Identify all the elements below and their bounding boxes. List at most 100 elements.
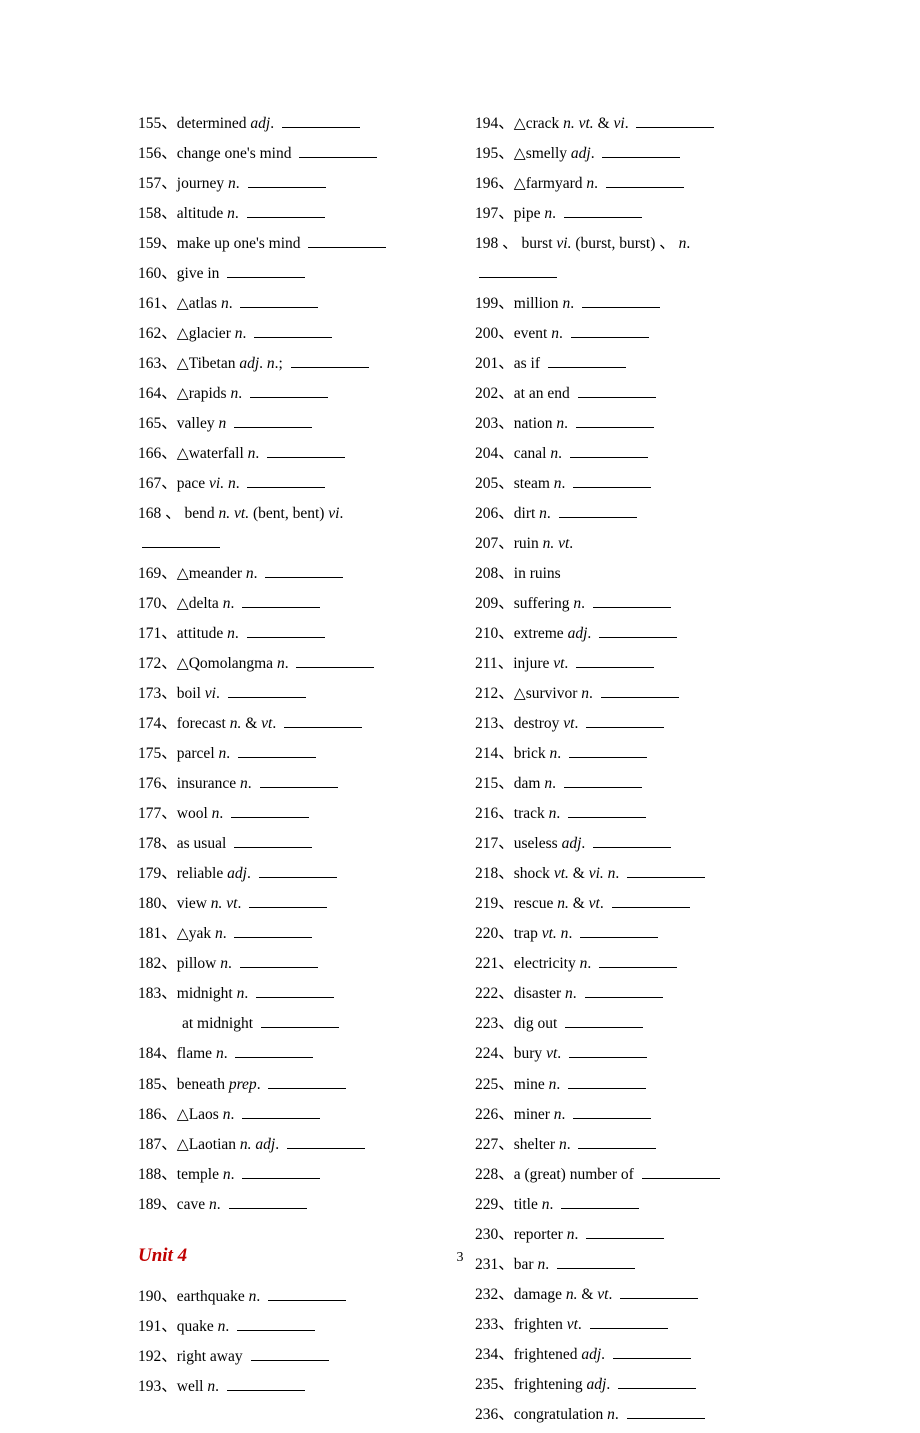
left-column: 155、determined adj. 156、change one's min…	[138, 112, 445, 1433]
entry-tail: .	[557, 745, 565, 762]
vocab-entry: 156、change one's mind	[138, 142, 445, 166]
answer-blank[interactable]	[242, 1104, 320, 1119]
answer-blank[interactable]	[249, 893, 327, 908]
vocab-entry-continuation	[475, 262, 782, 286]
answer-blank[interactable]	[559, 503, 637, 518]
answer-blank[interactable]	[561, 1194, 639, 1209]
answer-blank[interactable]	[268, 1074, 346, 1089]
answer-blank[interactable]	[585, 984, 663, 999]
entry-word: steam	[514, 475, 554, 492]
answer-blank[interactable]	[568, 803, 646, 818]
answer-blank[interactable]	[576, 653, 654, 668]
answer-blank[interactable]	[568, 1074, 646, 1089]
answer-blank[interactable]	[282, 113, 360, 128]
answer-blank[interactable]	[627, 1404, 705, 1419]
answer-blank[interactable]	[642, 1164, 720, 1179]
answer-blank[interactable]	[296, 653, 374, 668]
answer-blank[interactable]	[570, 443, 648, 458]
answer-blank[interactable]	[237, 1316, 315, 1331]
answer-blank[interactable]	[234, 833, 312, 848]
entry-pos2: vt	[589, 895, 600, 912]
answer-blank[interactable]	[250, 383, 328, 398]
entry-word: △atlas	[177, 295, 221, 312]
answer-blank[interactable]	[234, 923, 312, 938]
answer-blank[interactable]	[142, 533, 220, 548]
answer-blank[interactable]	[291, 353, 369, 368]
answer-blank[interactable]	[618, 1374, 696, 1389]
answer-blank[interactable]	[601, 683, 679, 698]
entry-tail: &	[581, 1286, 597, 1303]
answer-blank[interactable]	[593, 593, 671, 608]
answer-blank[interactable]	[260, 773, 338, 788]
answer-blank[interactable]	[267, 443, 345, 458]
answer-blank[interactable]	[259, 863, 337, 878]
answer-blank[interactable]	[261, 1014, 339, 1029]
answer-blank[interactable]	[599, 954, 677, 969]
answer-blank[interactable]	[593, 833, 671, 848]
answer-blank[interactable]	[613, 1344, 691, 1359]
answer-blank[interactable]	[565, 1014, 643, 1029]
vocab-entry: 182、pillow n.	[138, 952, 445, 976]
answer-blank[interactable]	[612, 893, 690, 908]
answer-blank[interactable]	[580, 923, 658, 938]
entry-number: 211	[475, 655, 498, 672]
answer-blank[interactable]	[240, 954, 318, 969]
vocab-entry: 198 、 burst vi. (burst, burst) 、 n.	[475, 232, 782, 256]
answer-blank[interactable]	[578, 383, 656, 398]
answer-blank[interactable]	[234, 413, 312, 428]
answer-blank[interactable]	[586, 713, 664, 728]
answer-blank[interactable]	[582, 293, 660, 308]
entry-number: 178	[138, 835, 161, 852]
answer-blank[interactable]	[573, 1104, 651, 1119]
answer-blank[interactable]	[287, 1134, 365, 1149]
answer-blank[interactable]	[548, 353, 626, 368]
answer-blank[interactable]	[256, 984, 334, 999]
entry-word: burst	[522, 235, 557, 252]
answer-blank[interactable]	[227, 1376, 305, 1391]
answer-blank[interactable]	[231, 803, 309, 818]
answer-blank[interactable]	[627, 863, 705, 878]
answer-blank[interactable]	[599, 623, 677, 638]
answer-blank[interactable]	[284, 713, 362, 728]
answer-blank[interactable]	[479, 263, 557, 278]
answer-blank[interactable]	[247, 623, 325, 638]
answer-blank[interactable]	[586, 1224, 664, 1239]
answer-blank[interactable]	[238, 743, 316, 758]
answer-blank[interactable]	[242, 1164, 320, 1179]
answer-blank[interactable]	[247, 473, 325, 488]
entry-tail: .	[236, 175, 244, 192]
answer-blank[interactable]	[576, 413, 654, 428]
answer-blank[interactable]	[251, 1346, 329, 1361]
entry-tail2: .	[272, 715, 280, 732]
answer-blank[interactable]	[268, 1286, 346, 1301]
answer-blank[interactable]	[571, 323, 649, 338]
answer-blank[interactable]	[569, 1044, 647, 1059]
answer-blank[interactable]	[248, 173, 326, 188]
answer-blank[interactable]	[590, 1314, 668, 1329]
answer-blank[interactable]	[254, 323, 332, 338]
answer-blank[interactable]	[606, 173, 684, 188]
entry-word: at an end	[514, 385, 574, 402]
answer-blank[interactable]	[569, 743, 647, 758]
answer-blank[interactable]	[564, 203, 642, 218]
answer-blank[interactable]	[602, 143, 680, 158]
answer-blank[interactable]	[235, 1044, 313, 1059]
answer-blank[interactable]	[242, 593, 320, 608]
answer-blank[interactable]	[578, 1134, 656, 1149]
entry-pos: vt	[567, 1316, 578, 1333]
answer-blank[interactable]	[227, 263, 305, 278]
answer-blank[interactable]	[247, 203, 325, 218]
answer-blank[interactable]	[636, 113, 714, 128]
entry-number: 198	[475, 235, 498, 252]
answer-blank[interactable]	[299, 143, 377, 158]
answer-blank[interactable]	[265, 563, 343, 578]
answer-blank[interactable]	[620, 1284, 698, 1299]
answer-blank[interactable]	[229, 1194, 307, 1209]
answer-blank[interactable]	[228, 683, 306, 698]
answer-blank[interactable]	[564, 773, 642, 788]
answer-blank[interactable]	[573, 473, 651, 488]
entry-pos: n	[221, 295, 229, 312]
answer-blank[interactable]	[240, 293, 318, 308]
answer-blank[interactable]	[308, 233, 386, 248]
entry-number: 228	[475, 1166, 498, 1183]
